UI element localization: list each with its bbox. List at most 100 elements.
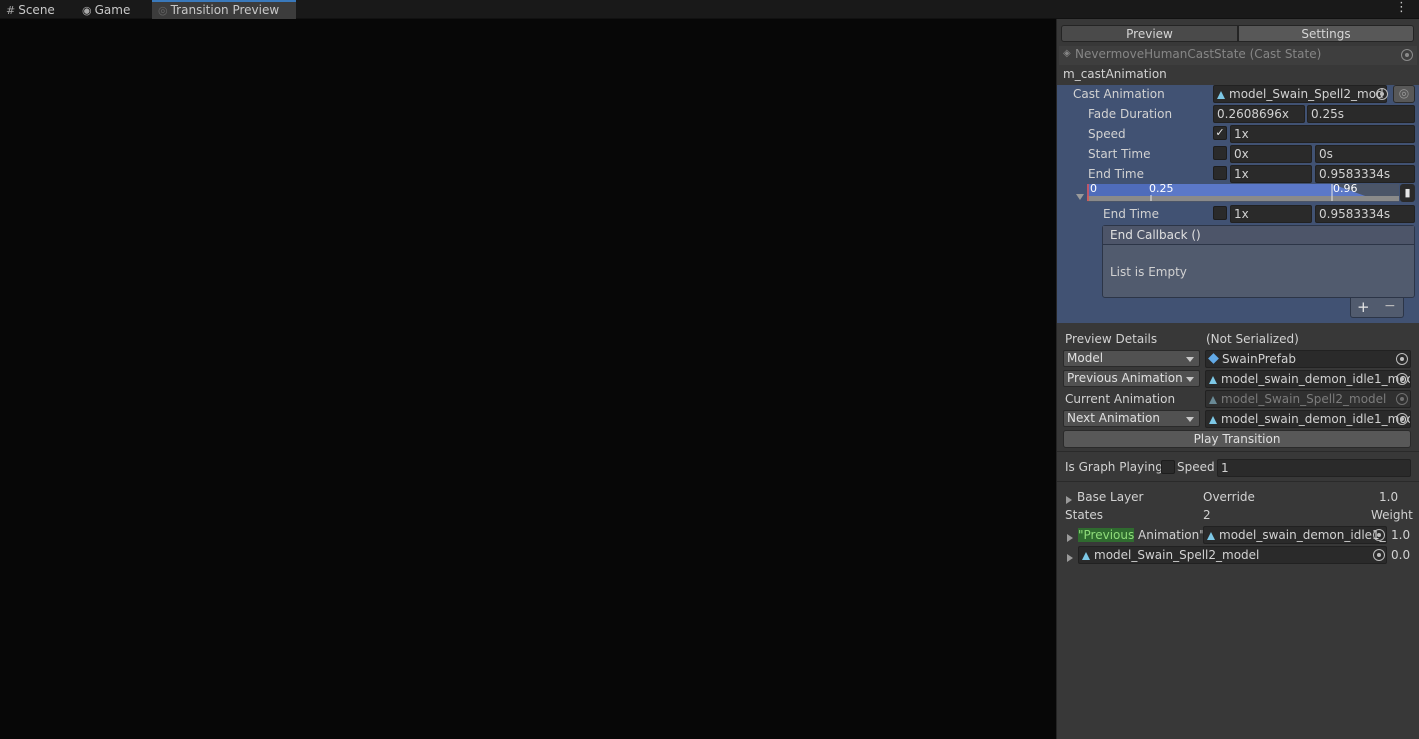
fade-duration-label: Fade Duration [1088,107,1173,121]
eye-icon: ◎ [158,4,168,17]
remove-item-button[interactable]: − [1384,298,1396,314]
start-time-seconds-field[interactable]: 0s [1315,145,1415,163]
previous-state-rest: Animation" [1134,528,1205,542]
current-state-clip-field[interactable]: model_Swain_Spell2_model [1078,546,1387,564]
editor-tab-bar: # Scene ◉ Game ◎ Transition Preview ⋮ [0,0,1419,19]
tab-transition-preview[interactable]: ◎ Transition Preview [152,0,296,19]
not-serialized-label: (Not Serialized) [1206,332,1299,346]
event-end-time-seconds-field[interactable]: 0.9583334s [1315,205,1415,223]
select-state-clip-icon[interactable] [1373,529,1385,541]
animation-clip-icon [1207,532,1215,540]
end-time-seconds-field[interactable]: 0.9583334s [1315,165,1415,183]
select-clip-icon[interactable] [1376,88,1388,100]
current-state-weight: 0.0 [1391,548,1411,562]
layer-mode: Override [1203,490,1255,504]
previous-state-highlight: "Previous [1078,528,1135,542]
current-animation-field: model_Swain_Spell2_model [1205,390,1411,408]
add-item-button[interactable]: + [1357,298,1370,316]
end-callback-title: End Callback () [1110,228,1201,242]
tab-preview[interactable]: Preview [1061,25,1238,42]
timeline-end-label: 0.96 [1333,182,1358,195]
timeline-start-label: 0 [1090,182,1097,195]
play-transition-button[interactable]: Play Transition [1063,430,1411,448]
select-previous-animation-icon[interactable] [1396,373,1408,385]
event-end-time-checkbox[interactable] [1213,206,1227,220]
speed-checkbox[interactable]: ✓ [1213,126,1227,140]
base-layer-label[interactable]: Base Layer [1077,490,1144,504]
previous-state-clip: model_swain_demon_idle1_ [1219,528,1386,542]
next-animation-value: model_swain_demon_idle1_moc [1221,412,1411,426]
speed-label: Speed [1088,127,1126,141]
end-time-label: End Time [1088,167,1144,181]
cast-animation-field[interactable]: model_Swain_Spell2_mod [1213,85,1387,103]
start-time-normalized-field[interactable]: 0x [1230,145,1312,163]
preview-eye-button[interactable]: ◎ [1393,85,1415,103]
model-value: SwainPrefab [1222,352,1296,366]
select-object-icon[interactable] [1401,49,1413,61]
timeline-fade-label: 0.25 [1149,182,1174,195]
model-field[interactable]: SwainPrefab [1205,350,1411,368]
event-marker-icon: ▮ [1404,186,1411,199]
tab-settings[interactable]: Settings [1238,25,1414,42]
timeline-foldout-icon[interactable] [1076,189,1084,203]
model-dropdown[interactable]: Model [1063,350,1200,367]
weight-column-label: Weight [1371,508,1413,522]
end-time-normalized-field[interactable]: 1x [1230,165,1312,183]
select-next-animation-icon[interactable] [1396,413,1408,425]
state-title: NevermoveHumanCastState (Cast State) [1075,47,1322,61]
list-controls: + − [1350,298,1404,318]
start-time-checkbox[interactable] [1213,146,1227,160]
preview-details-label: Preview Details [1065,332,1158,346]
end-callback-list: End Callback () List is Empty [1102,225,1415,298]
previous-animation-dropdown[interactable]: Previous Animation [1063,370,1200,387]
select-state-clip-icon[interactable] [1373,549,1385,561]
list-empty-text: List is Empty [1110,265,1187,279]
select-model-icon[interactable] [1396,353,1408,365]
fade-duration-normalized-field[interactable]: 0.2608696x [1213,105,1305,123]
event-end-time-label: End Time [1103,207,1159,221]
speed-field[interactable]: 1x [1230,125,1415,143]
end-time-checkbox[interactable] [1213,166,1227,180]
states-count: 2 [1203,508,1211,522]
grid-icon: # [6,4,16,17]
animation-clip-icon [1209,416,1217,424]
eye-icon: ◎ [1398,86,1410,100]
state-row-foldout-icon[interactable] [1067,531,1073,545]
current-animation-value: model_Swain_Spell2_model [1221,392,1387,406]
more-options-icon[interactable]: ⋮ [1395,1,1408,15]
previous-animation-value: model_swain_demon_idle1_moc [1221,372,1411,386]
start-time-label: Start Time [1088,147,1151,161]
state-icon: ◈ [1063,48,1071,59]
event-end-time-normalized-field[interactable]: 1x [1230,205,1312,223]
tab-transition-preview-label: Transition Preview [170,3,280,17]
animation-clip-icon [1209,396,1217,404]
select-current-animation-icon [1396,393,1408,405]
preview-viewport[interactable] [0,19,1056,739]
animation-clip-icon [1082,552,1090,560]
add-event-button[interactable]: ▮ [1400,184,1415,202]
next-animation-field[interactable]: model_swain_demon_idle1_moc [1205,410,1411,428]
inspector-panel: Preview Settings ◈ NevermoveHumanCastSta… [1056,19,1419,739]
graph-speed-field[interactable]: 1 [1217,459,1411,477]
divider [1057,451,1419,452]
tab-game-label: Game [94,3,131,17]
tab-scene-label: Scene [18,3,55,17]
state-row-foldout-icon[interactable] [1067,551,1073,565]
gamepad-icon: ◉ [82,4,92,17]
tab-game[interactable]: ◉ Game [82,0,130,19]
fade-duration-seconds-field[interactable]: 0.25s [1307,105,1415,123]
animation-clip-icon [1217,91,1225,99]
is-graph-playing-checkbox[interactable] [1161,460,1175,474]
tab-scene[interactable]: # Scene [6,0,55,19]
current-animation-label: Current Animation [1065,392,1176,406]
graph-speed-label: Speed [1177,460,1215,474]
state-title-row: ◈ NevermoveHumanCastState (Cast State) [1059,46,1417,65]
current-state-clip: model_Swain_Spell2_model [1094,548,1260,562]
base-layer-foldout-icon[interactable] [1066,493,1072,507]
next-animation-dropdown[interactable]: Next Animation [1063,410,1200,427]
transition-timeline[interactable]: 0 0.25 0.96 [1087,182,1399,202]
previous-animation-field[interactable]: model_swain_demon_idle1_moc [1205,370,1411,388]
cast-animation-label: Cast Animation [1073,87,1165,101]
previous-state-clip-field[interactable]: model_swain_demon_idle1_ [1203,526,1387,544]
is-graph-playing-label: Is Graph Playing [1065,460,1163,474]
